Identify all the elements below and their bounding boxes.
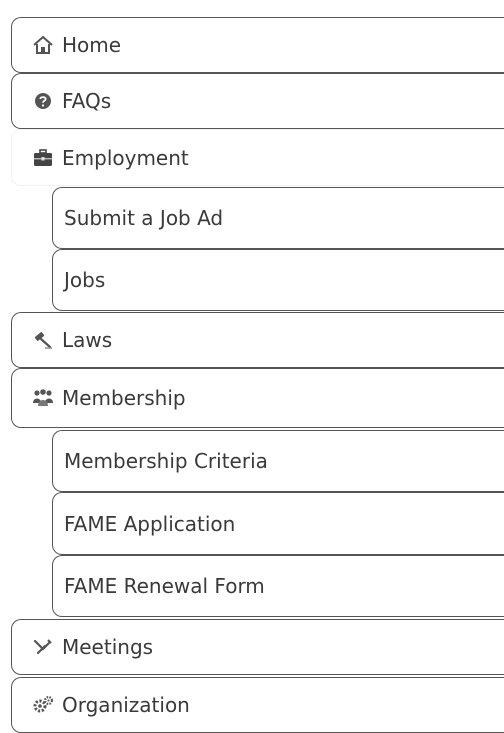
nav-item-label: Organization (62, 693, 190, 717)
handshake-icon (32, 637, 54, 657)
nav-item-membership[interactable]: Membership (11, 368, 504, 428)
nav-subitem-label: Membership Criteria (64, 449, 268, 473)
nav-subitem-label: Submit a Job Ad (64, 206, 224, 230)
question-circle-icon (32, 91, 54, 111)
nav-item-home[interactable]: Home (11, 17, 504, 73)
nav-subitem-jobs[interactable]: Jobs (52, 249, 504, 311)
nav-item-faqs[interactable]: FAQs (11, 73, 504, 129)
nav-item-employment[interactable]: Employment (11, 129, 504, 186)
home-icon (32, 35, 54, 55)
nav-item-label: Employment (62, 145, 189, 170)
nav-item-label: Home (62, 33, 122, 57)
people-group-icon (32, 388, 54, 408)
nav-subitem-label: FAME Application (64, 511, 236, 536)
nav-item-label: Laws (62, 328, 113, 352)
nav-item-laws[interactable]: Laws (11, 312, 504, 368)
nav-subitem-fame-application[interactable]: FAME Application (52, 492, 504, 555)
nav-subitem-fame-renewal-form[interactable]: FAME Renewal Form (52, 555, 504, 617)
nav-item-label: FAQs (62, 89, 112, 113)
nav-subitem-label: FAME Renewal Form (64, 574, 265, 598)
briefcase-icon (32, 148, 54, 168)
nav-subitem-label: Jobs (64, 268, 106, 292)
nav-item-meetings[interactable]: Meetings (11, 619, 504, 675)
gears-icon (32, 695, 54, 715)
nav-item-label: Membership (62, 386, 186, 410)
nav-subitem-membership-criteria[interactable]: Membership Criteria (52, 430, 504, 492)
nav-item-label: Meetings (62, 635, 154, 659)
gavel-icon (32, 330, 54, 350)
nav-subitem-submit-job-ad[interactable]: Submit a Job Ad (52, 187, 504, 249)
